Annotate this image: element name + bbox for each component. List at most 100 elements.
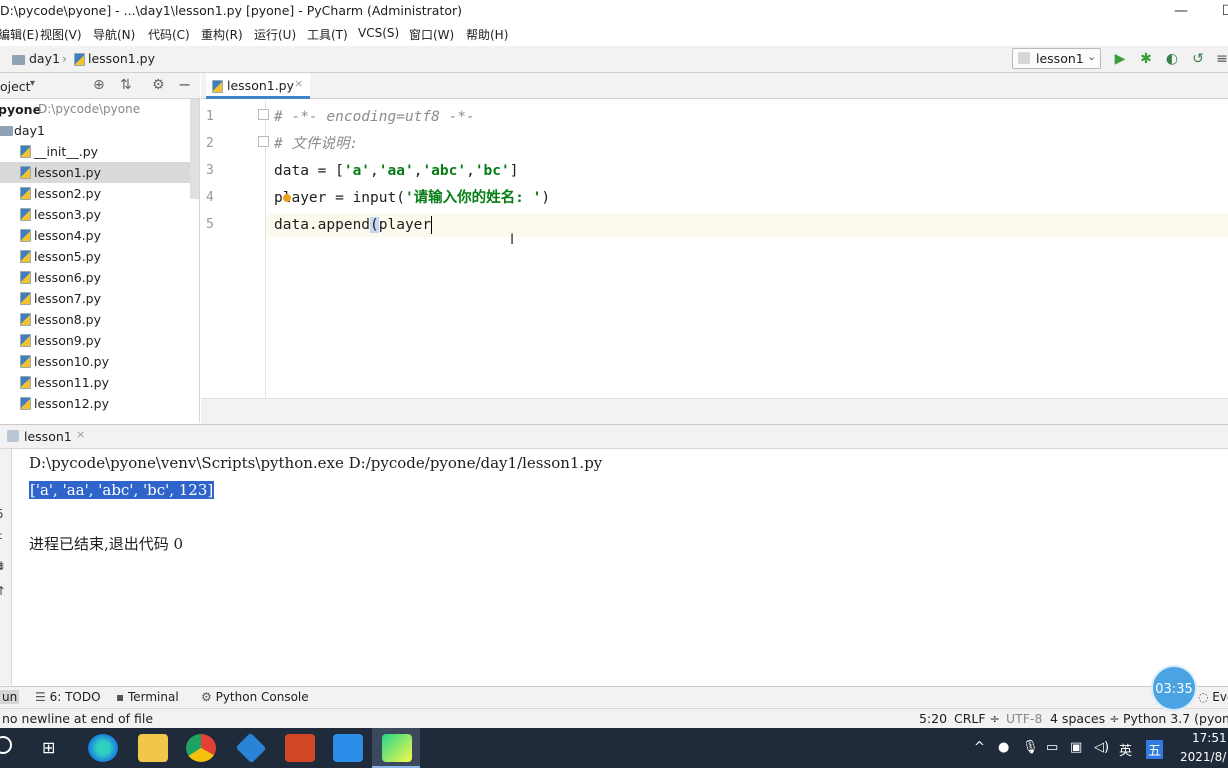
run-tool-icon[interactable]: 5 bbox=[0, 507, 4, 521]
menu-navigate[interactable]: 导航(N) bbox=[93, 26, 135, 43]
editor-tabs bbox=[201, 73, 1228, 99]
menu-run[interactable]: 运行(U) bbox=[254, 26, 296, 43]
settings-icon[interactable]: ≡ bbox=[1213, 50, 1228, 68]
chrome-icon[interactable] bbox=[186, 734, 216, 762]
tree-file-item[interactable]: lesson11.py bbox=[0, 372, 199, 393]
menu-tools[interactable]: 工具(T) bbox=[307, 26, 348, 43]
menu-code[interactable]: 代码(C) bbox=[148, 26, 190, 43]
tool-todo[interactable]: ☰ 6: TODO bbox=[35, 690, 101, 704]
code-string: 'bc' bbox=[474, 163, 510, 179]
menu-view[interactable]: 视图(V) bbox=[40, 26, 82, 43]
tree-file-label: lesson12.py bbox=[34, 396, 109, 411]
fold-icon[interactable] bbox=[258, 109, 269, 120]
microphone-icon[interactable]: 🎙 bbox=[1022, 740, 1039, 755]
tree-file-item[interactable]: lesson2.py bbox=[0, 183, 199, 204]
network-icon[interactable]: ▣ bbox=[1070, 740, 1082, 755]
tree-file-item[interactable]: __init__.py bbox=[0, 141, 199, 162]
run-icon[interactable]: ▶ bbox=[1111, 50, 1129, 68]
run-tab-label[interactable]: lesson1 bbox=[24, 429, 72, 444]
intention-bulb-icon[interactable] bbox=[283, 194, 291, 202]
interpreter[interactable]: Python 3.7 (pyone bbox=[1123, 711, 1228, 726]
tool-event-log[interactable]: ◌ Eve bbox=[1198, 690, 1228, 704]
volume-icon[interactable]: ◁) bbox=[1094, 740, 1109, 755]
breadcrumb-file[interactable]: lesson1.py bbox=[74, 51, 155, 66]
menu-edit[interactable]: 编辑(E) bbox=[0, 26, 39, 43]
run-tool-icon[interactable]: ↑ bbox=[0, 584, 6, 598]
status-message: no newline at end of file bbox=[2, 711, 154, 726]
tool-python-console[interactable]: ⚙ Python Console bbox=[201, 690, 309, 704]
python-file-icon bbox=[20, 250, 31, 263]
python-file-icon bbox=[212, 80, 223, 93]
tree-file-item[interactable]: lesson3.py bbox=[0, 204, 199, 225]
event-icon: ◌ bbox=[1198, 690, 1213, 704]
clock-date[interactable]: 2021/8/ bbox=[1180, 750, 1226, 764]
file-encoding[interactable]: UTF-8 bbox=[1006, 711, 1042, 726]
locate-icon[interactable]: ⊕ bbox=[93, 77, 105, 93]
menu-window[interactable]: 窗口(W) bbox=[409, 26, 454, 43]
indent-setting[interactable]: 4 spaces ÷ bbox=[1050, 711, 1120, 726]
tree-file-label: __init__.py bbox=[34, 144, 99, 159]
tree-file-item[interactable]: lesson1.py bbox=[0, 162, 199, 183]
tree-file-item[interactable]: lesson5.py bbox=[0, 246, 199, 267]
menu-refactor[interactable]: 重构(R) bbox=[201, 26, 243, 43]
qq-icon[interactable]: ● bbox=[998, 740, 1009, 755]
close-icon[interactable]: × bbox=[294, 77, 303, 90]
tree-file-item[interactable]: lesson10.py bbox=[0, 351, 199, 372]
close-icon[interactable]: × bbox=[76, 428, 85, 441]
python-config-icon bbox=[1018, 52, 1030, 64]
menu-help[interactable]: 帮助(H) bbox=[466, 26, 508, 43]
minimize-button[interactable]: — bbox=[1158, 0, 1204, 22]
gear-icon[interactable]: ⚙ bbox=[152, 77, 165, 93]
run-tool-icon[interactable]: ⇟ bbox=[0, 559, 6, 573]
fold-icon[interactable] bbox=[258, 136, 269, 147]
tray-chevron-icon[interactable]: ^ bbox=[974, 740, 985, 755]
pycharm-icon[interactable] bbox=[382, 734, 412, 762]
tree-file-item[interactable]: lesson6.py bbox=[0, 267, 199, 288]
project-scrollbar[interactable] bbox=[190, 99, 199, 199]
tree-file-item[interactable]: lesson8.py bbox=[0, 309, 199, 330]
tree-file-item[interactable]: lesson7.py bbox=[0, 288, 199, 309]
code-line-5: data.append(player bbox=[274, 214, 433, 236]
profile-icon[interactable]: ↺ bbox=[1189, 50, 1207, 68]
app-icon[interactable] bbox=[333, 734, 363, 762]
tree-file-item[interactable]: lesson4.py bbox=[0, 225, 199, 246]
tool-run[interactable]: un bbox=[0, 690, 20, 704]
clock-time[interactable]: 17:51 bbox=[1192, 731, 1227, 745]
debug-icon[interactable]: ✱ bbox=[1137, 50, 1155, 68]
task-view-icon[interactable]: ⊞ bbox=[42, 738, 55, 757]
tool-terminal[interactable]: ▪ Terminal bbox=[116, 690, 179, 704]
ime-language[interactable]: 英 bbox=[1119, 740, 1132, 759]
coverage-icon[interactable]: ◐ bbox=[1163, 50, 1181, 68]
code-string: 'aa' bbox=[378, 163, 414, 179]
breadcrumb-folder[interactable]: day1 bbox=[12, 51, 60, 66]
powerpoint-icon[interactable] bbox=[285, 734, 315, 762]
tree-root[interactable]: pyone D:\pycode\pyone bbox=[0, 99, 199, 120]
caret-position[interactable]: 5:20 bbox=[919, 711, 947, 726]
tree-file-label: lesson7.py bbox=[34, 291, 102, 306]
terminal-icon: ▪ bbox=[116, 690, 128, 704]
collapse-icon[interactable]: ⇅ bbox=[120, 77, 132, 93]
tree-root-path: D:\pycode\pyone bbox=[38, 102, 141, 116]
tree-folder-day1[interactable]: day1 bbox=[0, 120, 199, 141]
file-explorer-icon[interactable] bbox=[138, 734, 168, 762]
project-panel-title[interactable]: oject bbox=[0, 79, 31, 94]
tree-file-label: lesson11.py bbox=[34, 375, 109, 390]
code-token: ] bbox=[509, 163, 519, 179]
run-config-selector[interactable]: lesson1 ⌄ bbox=[1012, 48, 1101, 69]
folder-icon bbox=[0, 126, 13, 136]
tab-lesson1-py[interactable]: lesson1.py × bbox=[206, 73, 310, 99]
maximize-button[interactable]: ☐ bbox=[1205, 0, 1228, 22]
edge-icon[interactable] bbox=[88, 734, 118, 762]
ime-mode[interactable]: 五 bbox=[1146, 740, 1164, 759]
tree-file-label: lesson10.py bbox=[34, 354, 109, 369]
line-separator[interactable]: CRLF ÷ bbox=[954, 711, 1000, 726]
run-tool-icon[interactable]: ‡ bbox=[0, 529, 2, 543]
tree-file-item[interactable]: lesson12.py bbox=[0, 393, 199, 414]
menu-vcs[interactable]: VCS(S) bbox=[358, 26, 399, 40]
project-dropdown-icon[interactable]: ▾ bbox=[30, 78, 35, 89]
code-editor[interactable] bbox=[266, 100, 1228, 398]
tool-todo-label: 6: TODO bbox=[49, 690, 101, 704]
battery-icon[interactable]: ▭ bbox=[1046, 740, 1058, 755]
hide-panel-icon[interactable]: − bbox=[178, 75, 191, 94]
tree-file-item[interactable]: lesson9.py bbox=[0, 330, 199, 351]
